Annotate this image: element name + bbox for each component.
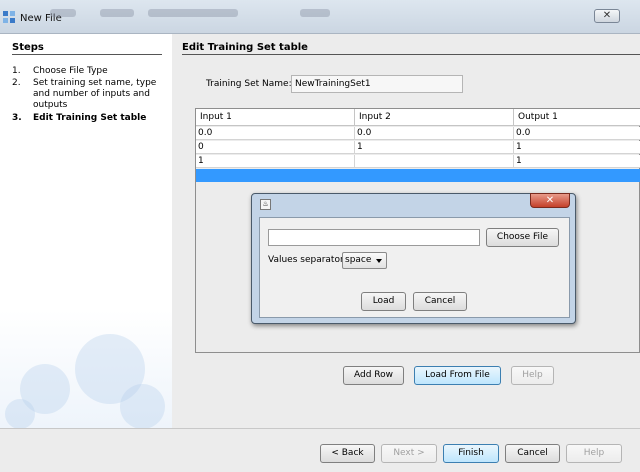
blurred-background (300, 9, 330, 17)
load-file-dialog: ♨ ✕ Choose File Values separator space L… (251, 193, 576, 324)
step-number: 2. (12, 78, 21, 88)
decorative-bubble (120, 384, 165, 428)
step-label: Set training set name, type and number o… (33, 78, 157, 110)
chevron-down-icon (376, 259, 382, 263)
column-header[interactable]: Input 2 (355, 109, 514, 126)
table-cell[interactable]: 0 (196, 141, 355, 154)
content-heading: Edit Training Set table (182, 42, 308, 53)
finish-button[interactable]: Finish (443, 444, 499, 463)
table-row[interactable]: 0 1 1 (196, 141, 640, 154)
select-value: space (345, 255, 372, 265)
back-button[interactable]: < Back (320, 444, 375, 463)
blurred-background (148, 9, 238, 17)
steps-divider (12, 54, 162, 55)
footer-divider (0, 428, 640, 429)
step-number: 3. (12, 113, 22, 123)
table-help-button[interactable]: Help (511, 366, 554, 385)
table-cell[interactable] (514, 169, 640, 182)
step-label: Edit Training Set table (33, 113, 147, 123)
table-cell[interactable]: 0.0 (355, 127, 514, 140)
window-close-button[interactable]: ✕ (594, 9, 620, 23)
load-button[interactable]: Load (361, 292, 406, 311)
steps-panel: Steps 1. Choose File Type 2. Set trainin… (0, 34, 172, 428)
training-set-name-label: Training Set Name: (206, 79, 292, 89)
help-button[interactable]: Help (566, 444, 622, 463)
table-cell[interactable] (196, 169, 355, 182)
values-separator-select[interactable]: space (342, 252, 387, 269)
step-label: Choose File Type (33, 66, 108, 76)
step-number: 1. (12, 66, 21, 76)
content-divider (182, 54, 640, 55)
java-cup-icon: ♨ (260, 199, 271, 210)
add-row-button[interactable]: Add Row (343, 366, 404, 385)
table-cell[interactable] (355, 169, 514, 182)
dialog-close-button[interactable]: ✕ (530, 193, 570, 208)
next-button[interactable]: Next > (381, 444, 437, 463)
table-cell[interactable]: 1 (196, 155, 355, 168)
decorative-bubble (5, 399, 35, 428)
dialog-content: Choose File Values separator space Load … (259, 217, 570, 318)
table-cell[interactable]: 1 (514, 141, 640, 154)
training-set-name-field[interactable]: NewTrainingSet1 (291, 75, 463, 93)
column-header[interactable]: Output 1 (514, 109, 640, 126)
load-from-file-button[interactable]: Load From File (414, 366, 501, 385)
column-header[interactable]: Input 1 (196, 109, 355, 126)
blurred-background (50, 9, 76, 17)
table-cell[interactable]: 0.0 (514, 127, 640, 140)
table-row[interactable]: 1 1 (196, 155, 640, 168)
choose-file-button[interactable]: Choose File (486, 228, 559, 247)
netbeans-cube-icon (3, 11, 15, 23)
dialog-cancel-button[interactable]: Cancel (413, 292, 467, 311)
steps-heading: Steps (12, 42, 44, 53)
table-header: Input 1 Input 2 Output 1 (196, 109, 640, 126)
table-row[interactable]: 0.0 0.0 0.0 (196, 127, 640, 140)
cancel-button[interactable]: Cancel (505, 444, 560, 463)
table-cell[interactable]: 1 (514, 155, 640, 168)
table-cell[interactable]: 0.0 (196, 127, 355, 140)
values-separator-label: Values separator (268, 255, 344, 265)
window-titlebar: New File ✕ (0, 0, 640, 34)
blurred-background (100, 9, 134, 17)
file-path-input[interactable] (268, 229, 480, 246)
table-cell[interactable]: 1 (355, 141, 514, 154)
table-row-selected[interactable] (196, 169, 640, 182)
table-cell[interactable] (355, 155, 514, 168)
